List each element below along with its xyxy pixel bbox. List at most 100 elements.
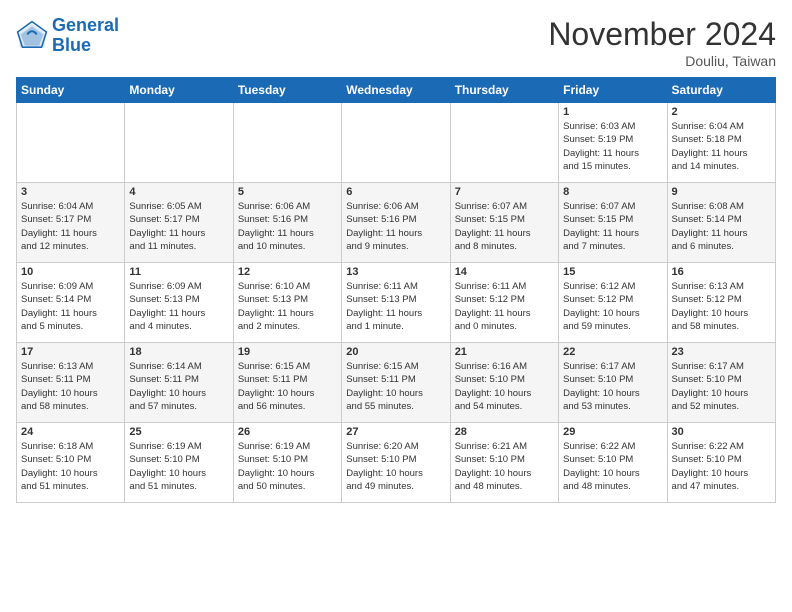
day-number: 30 (672, 426, 771, 438)
day-number: 5 (238, 186, 337, 198)
day-info: Sunrise: 6:16 AM Sunset: 5:10 PM Dayligh… (455, 360, 554, 413)
weekday-header-saturday: Saturday (667, 78, 775, 103)
day-cell: 16Sunrise: 6:13 AM Sunset: 5:12 PM Dayli… (667, 263, 775, 343)
day-number: 18 (129, 346, 228, 358)
day-cell: 28 Sunrise: 6:21 AM Sunset: 5:10 PM Dayli… (450, 423, 558, 503)
day-number: 21 (455, 346, 554, 358)
day-info: Sunrise: 6:22 AM Sunset: 5:10 PM Dayligh… (563, 440, 662, 493)
day-info: Sunrise: 6:10 AM Sunset: 5:13 PM Dayligh… (238, 280, 337, 333)
day-cell: 30 Sunrise: 6:22 AM Sunset: 5:10 PM Dayli… (667, 423, 775, 503)
day-number: 7 (455, 186, 554, 198)
day-number: 19 (238, 346, 337, 358)
weekday-header-thursday: Thursday (450, 78, 558, 103)
day-info: Sunrise: 6:15 AM Sunset: 5:11 PM Dayligh… (346, 360, 445, 413)
day-info: Sunrise: 6:07 AM Sunset: 5:15 PM Dayligh… (563, 200, 662, 253)
day-cell: 9Sunrise: 6:08 AM Sunset: 5:14 PM Daylig… (667, 183, 775, 263)
day-cell: 5 Sunrise: 6:06 AM Sunset: 5:16 PM Daylig… (233, 183, 341, 263)
day-info: Sunrise: 6:17 AM Sunset: 5:10 PM Dayligh… (672, 360, 771, 413)
day-info: Sunrise: 6:11 AM Sunset: 5:13 PM Dayligh… (346, 280, 445, 333)
day-info: Sunrise: 6:03 AM Sunset: 5:19 PM Dayligh… (563, 120, 662, 173)
day-cell: 29 Sunrise: 6:22 AM Sunset: 5:10 PM Dayli… (559, 423, 667, 503)
day-info: Sunrise: 6:20 AM Sunset: 5:10 PM Dayligh… (346, 440, 445, 493)
day-info: Sunrise: 6:12 AM Sunset: 5:12 PM Dayligh… (563, 280, 662, 333)
day-info: Sunrise: 6:04 AM Sunset: 5:17 PM Dayligh… (21, 200, 120, 253)
day-cell: 18 Sunrise: 6:14 AM Sunset: 5:11 PM Dayli… (125, 343, 233, 423)
day-info: Sunrise: 6:21 AM Sunset: 5:10 PM Dayligh… (455, 440, 554, 493)
day-number: 24 (21, 426, 120, 438)
day-cell: 1 Sunrise: 6:03 AM Sunset: 5:19 PM Daylig… (559, 103, 667, 183)
day-number: 12 (238, 266, 337, 278)
day-cell: 21 Sunrise: 6:16 AM Sunset: 5:10 PM Dayli… (450, 343, 558, 423)
logo-general: General (52, 15, 119, 35)
week-row-5: 24 Sunrise: 6:18 AM Sunset: 5:10 PM Dayli… (17, 423, 776, 503)
day-cell: 24 Sunrise: 6:18 AM Sunset: 5:10 PM Dayli… (17, 423, 125, 503)
day-info: Sunrise: 6:09 AM Sunset: 5:14 PM Dayligh… (21, 280, 120, 333)
location-subtitle: Douliu, Taiwan (548, 53, 776, 69)
day-number: 10 (21, 266, 120, 278)
weekday-header-monday: Monday (125, 78, 233, 103)
day-cell: 14 Sunrise: 6:11 AM Sunset: 5:12 PM Dayli… (450, 263, 558, 343)
day-info: Sunrise: 6:06 AM Sunset: 5:16 PM Dayligh… (238, 200, 337, 253)
weekday-header-tuesday: Tuesday (233, 78, 341, 103)
day-info: Sunrise: 6:11 AM Sunset: 5:12 PM Dayligh… (455, 280, 554, 333)
day-info: Sunrise: 6:09 AM Sunset: 5:13 PM Dayligh… (129, 280, 228, 333)
title-block: November 2024 Douliu, Taiwan (548, 16, 776, 69)
day-info: Sunrise: 6:13 AM Sunset: 5:12 PM Dayligh… (672, 280, 771, 333)
logo-text: General Blue (52, 16, 119, 56)
day-info: Sunrise: 6:18 AM Sunset: 5:10 PM Dayligh… (21, 440, 120, 493)
month-title: November 2024 (548, 16, 776, 53)
day-info: Sunrise: 6:17 AM Sunset: 5:10 PM Dayligh… (563, 360, 662, 413)
week-row-4: 17Sunrise: 6:13 AM Sunset: 5:11 PM Dayli… (17, 343, 776, 423)
day-cell: 17Sunrise: 6:13 AM Sunset: 5:11 PM Dayli… (17, 343, 125, 423)
day-cell (17, 103, 125, 183)
day-number: 2 (672, 106, 771, 118)
day-info: Sunrise: 6:22 AM Sunset: 5:10 PM Dayligh… (672, 440, 771, 493)
day-number: 26 (238, 426, 337, 438)
week-row-2: 3 Sunrise: 6:04 AM Sunset: 5:17 PM Daylig… (17, 183, 776, 263)
day-number: 6 (346, 186, 445, 198)
day-cell: 25 Sunrise: 6:19 AM Sunset: 5:10 PM Dayli… (125, 423, 233, 503)
day-number: 13 (346, 266, 445, 278)
day-cell: 20 Sunrise: 6:15 AM Sunset: 5:11 PM Dayli… (342, 343, 450, 423)
day-number: 27 (346, 426, 445, 438)
day-info: Sunrise: 6:06 AM Sunset: 5:16 PM Dayligh… (346, 200, 445, 253)
week-row-3: 10 Sunrise: 6:09 AM Sunset: 5:14 PM Dayli… (17, 263, 776, 343)
day-cell: 6 Sunrise: 6:06 AM Sunset: 5:16 PM Daylig… (342, 183, 450, 263)
day-info: Sunrise: 6:07 AM Sunset: 5:15 PM Dayligh… (455, 200, 554, 253)
day-number: 22 (563, 346, 662, 358)
calendar-table: SundayMondayTuesdayWednesdayThursdayFrid… (16, 77, 776, 503)
weekday-header-row: SundayMondayTuesdayWednesdayThursdayFrid… (17, 78, 776, 103)
week-row-1: 1 Sunrise: 6:03 AM Sunset: 5:19 PM Daylig… (17, 103, 776, 183)
day-number: 15 (563, 266, 662, 278)
day-number: 11 (129, 266, 228, 278)
day-info: Sunrise: 6:14 AM Sunset: 5:11 PM Dayligh… (129, 360, 228, 413)
day-cell (125, 103, 233, 183)
day-info: Sunrise: 6:19 AM Sunset: 5:10 PM Dayligh… (238, 440, 337, 493)
day-cell: 26 Sunrise: 6:19 AM Sunset: 5:10 PM Dayli… (233, 423, 341, 503)
day-cell: 2 Sunrise: 6:04 AM Sunset: 5:18 PM Daylig… (667, 103, 775, 183)
day-number: 3 (21, 186, 120, 198)
day-cell (342, 103, 450, 183)
day-cell: 3 Sunrise: 6:04 AM Sunset: 5:17 PM Daylig… (17, 183, 125, 263)
day-cell: 22 Sunrise: 6:17 AM Sunset: 5:10 PM Dayli… (559, 343, 667, 423)
day-number: 25 (129, 426, 228, 438)
day-info: Sunrise: 6:04 AM Sunset: 5:18 PM Dayligh… (672, 120, 771, 173)
day-cell: 4Sunrise: 6:05 AM Sunset: 5:17 PM Daylig… (125, 183, 233, 263)
day-number: 8 (563, 186, 662, 198)
day-number: 1 (563, 106, 662, 118)
day-number: 29 (563, 426, 662, 438)
day-info: Sunrise: 6:15 AM Sunset: 5:11 PM Dayligh… (238, 360, 337, 413)
day-number: 9 (672, 186, 771, 198)
day-number: 28 (455, 426, 554, 438)
day-cell (233, 103, 341, 183)
logo-icon (16, 20, 48, 52)
weekday-header-wednesday: Wednesday (342, 78, 450, 103)
day-number: 20 (346, 346, 445, 358)
weekday-header-sunday: Sunday (17, 78, 125, 103)
day-info: Sunrise: 6:19 AM Sunset: 5:10 PM Dayligh… (129, 440, 228, 493)
day-info: Sunrise: 6:13 AM Sunset: 5:11 PM Dayligh… (21, 360, 120, 413)
day-number: 4 (129, 186, 228, 198)
day-cell: 12 Sunrise: 6:10 AM Sunset: 5:13 PM Dayli… (233, 263, 341, 343)
day-number: 14 (455, 266, 554, 278)
logo: General Blue (16, 16, 119, 56)
